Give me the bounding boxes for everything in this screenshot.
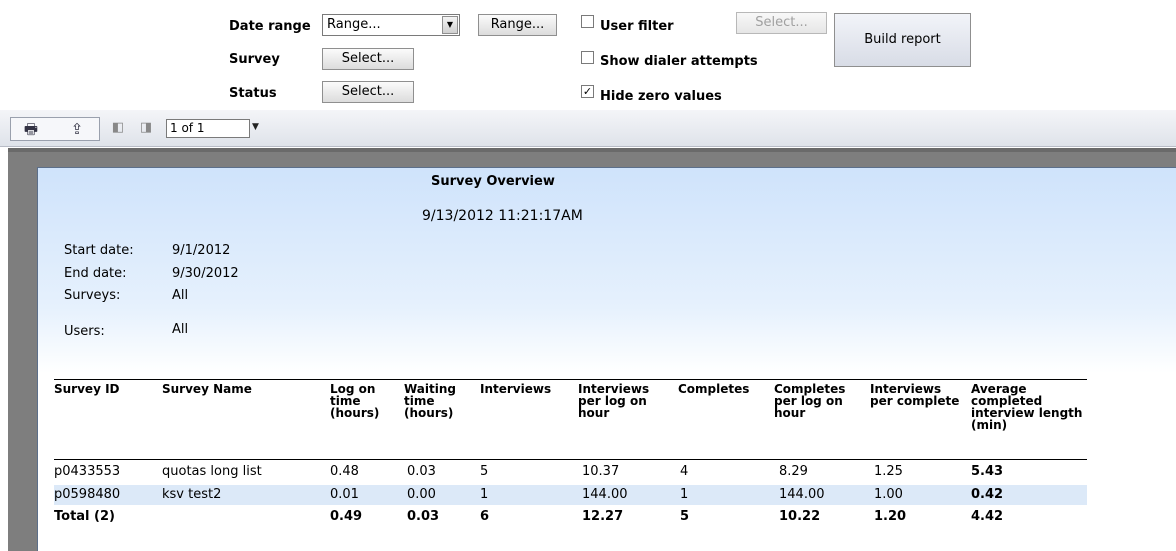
table-cell: ksv test2 bbox=[162, 487, 222, 502]
table-cell: 8.29 bbox=[779, 464, 808, 479]
table-cell: quotas long list bbox=[162, 464, 262, 479]
user-filter-checkbox[interactable] bbox=[581, 15, 594, 28]
user-filter-label: User filter bbox=[600, 19, 674, 34]
export-icon[interactable]: ⇪ bbox=[62, 118, 92, 140]
column-header: Completes bbox=[678, 382, 750, 396]
table-cell: 5.43 bbox=[971, 464, 1004, 479]
table-cell: 4 bbox=[680, 464, 689, 479]
column-header: Interviews bbox=[480, 382, 552, 396]
table-cell: 5 bbox=[480, 464, 489, 479]
survey-select-button[interactable]: Select... bbox=[322, 48, 414, 70]
table-cell: 0.48 bbox=[330, 464, 359, 479]
surveys-value: All bbox=[172, 288, 189, 303]
report-timestamp: 9/13/2012 11:21:17AM bbox=[422, 208, 583, 224]
user-select-button[interactable]: Select... bbox=[736, 12, 827, 34]
table-cell: p0433553 bbox=[54, 464, 121, 479]
table-header-bottom-rule bbox=[54, 459, 1087, 460]
total-cell: 0.49 bbox=[330, 509, 363, 524]
table-cell: 1 bbox=[680, 487, 689, 502]
total-cell: 1.20 bbox=[874, 509, 907, 524]
start-date-label: Start date: bbox=[64, 243, 134, 258]
column-header: Interviews per log on hour bbox=[578, 382, 650, 420]
survey-label: Survey bbox=[229, 52, 280, 67]
build-report-button[interactable]: Build report bbox=[834, 13, 971, 67]
column-header: Survey Name bbox=[162, 382, 252, 396]
table-cell: 0.03 bbox=[407, 464, 436, 479]
report-title: Survey Overview bbox=[431, 174, 555, 189]
column-header: Completes per log on hour bbox=[774, 382, 846, 420]
page-indicator-input[interactable]: 1 of 1 bbox=[166, 119, 250, 138]
range-button[interactable]: Range... bbox=[478, 14, 557, 36]
show-dialer-checkbox[interactable] bbox=[581, 51, 594, 64]
column-header: Average completed interview length (min) bbox=[971, 382, 1083, 432]
table-header-top-rule bbox=[54, 379, 1087, 380]
status-label: Status bbox=[229, 86, 277, 101]
table-cell: 144.00 bbox=[582, 487, 628, 502]
table-cell: 0.01 bbox=[330, 487, 359, 502]
users-label: Users: bbox=[64, 324, 105, 339]
surveys-label: Surveys: bbox=[64, 288, 121, 303]
column-header: Interviews per complete bbox=[870, 382, 960, 408]
dropdown-arrow-icon[interactable]: ▼ bbox=[252, 122, 259, 132]
check-mark-icon: ✓ bbox=[582, 85, 593, 98]
total-cell: Total (2) bbox=[54, 509, 115, 524]
total-cell: 10.22 bbox=[779, 509, 821, 524]
total-cell: 4.42 bbox=[971, 509, 1004, 524]
total-cell: 6 bbox=[480, 509, 490, 524]
total-cell: 5 bbox=[680, 509, 690, 524]
table-row: p0598480 ksv test2 0.01 0.00 1 144.00 1 144.00 1… bbox=[54, 485, 1087, 505]
hide-zero-label: Hide zero values bbox=[600, 89, 722, 104]
print-icon[interactable]: 🖶 bbox=[16, 118, 46, 140]
table-cell: p0598480 bbox=[54, 487, 121, 502]
next-page-icon[interactable]: ◨ bbox=[134, 117, 158, 139]
table-cell: 0.00 bbox=[407, 487, 436, 502]
show-dialer-label: Show dialer attempts bbox=[600, 54, 758, 69]
end-date-label: End date: bbox=[64, 266, 127, 281]
chevron-down-icon[interactable]: ▼ bbox=[442, 16, 458, 34]
total-cell: 0.03 bbox=[407, 509, 440, 524]
date-range-value: Range... bbox=[327, 17, 381, 32]
filter-panel: Date range Range... ▼ Range... Survey Se… bbox=[0, 0, 1176, 110]
previous-page-icon[interactable]: ◧ bbox=[106, 117, 130, 139]
column-header: Waiting time (hours) bbox=[404, 382, 457, 420]
hide-zero-checkbox[interactable]: ✓ bbox=[581, 85, 594, 98]
table-cell: 1 bbox=[480, 487, 489, 502]
start-date-value: 9/1/2012 bbox=[172, 243, 231, 258]
table-cell: 1.25 bbox=[874, 464, 903, 479]
table-row: p0433553 quotas long list 0.48 0.03 5 10.37 4 8… bbox=[54, 462, 1087, 482]
table-cell: 144.00 bbox=[779, 487, 825, 502]
table-cell: 0.42 bbox=[971, 487, 1004, 502]
status-select-button[interactable]: Select... bbox=[322, 81, 414, 103]
total-row: Total (2) 0.49 0.03 6 12.27 5 10.22 1.20 4.42 bbox=[54, 507, 1087, 527]
date-range-select[interactable]: Range... ▼ bbox=[322, 14, 460, 36]
column-header: Log on time (hours) bbox=[330, 382, 380, 420]
users-value: All bbox=[172, 322, 189, 337]
column-header: Survey ID bbox=[54, 382, 120, 396]
total-cell: 12.27 bbox=[582, 509, 624, 524]
end-date-value: 9/30/2012 bbox=[172, 266, 239, 281]
table-cell: 1.00 bbox=[874, 487, 903, 502]
date-range-label: Date range bbox=[229, 19, 311, 34]
table-cell: 10.37 bbox=[582, 464, 620, 479]
